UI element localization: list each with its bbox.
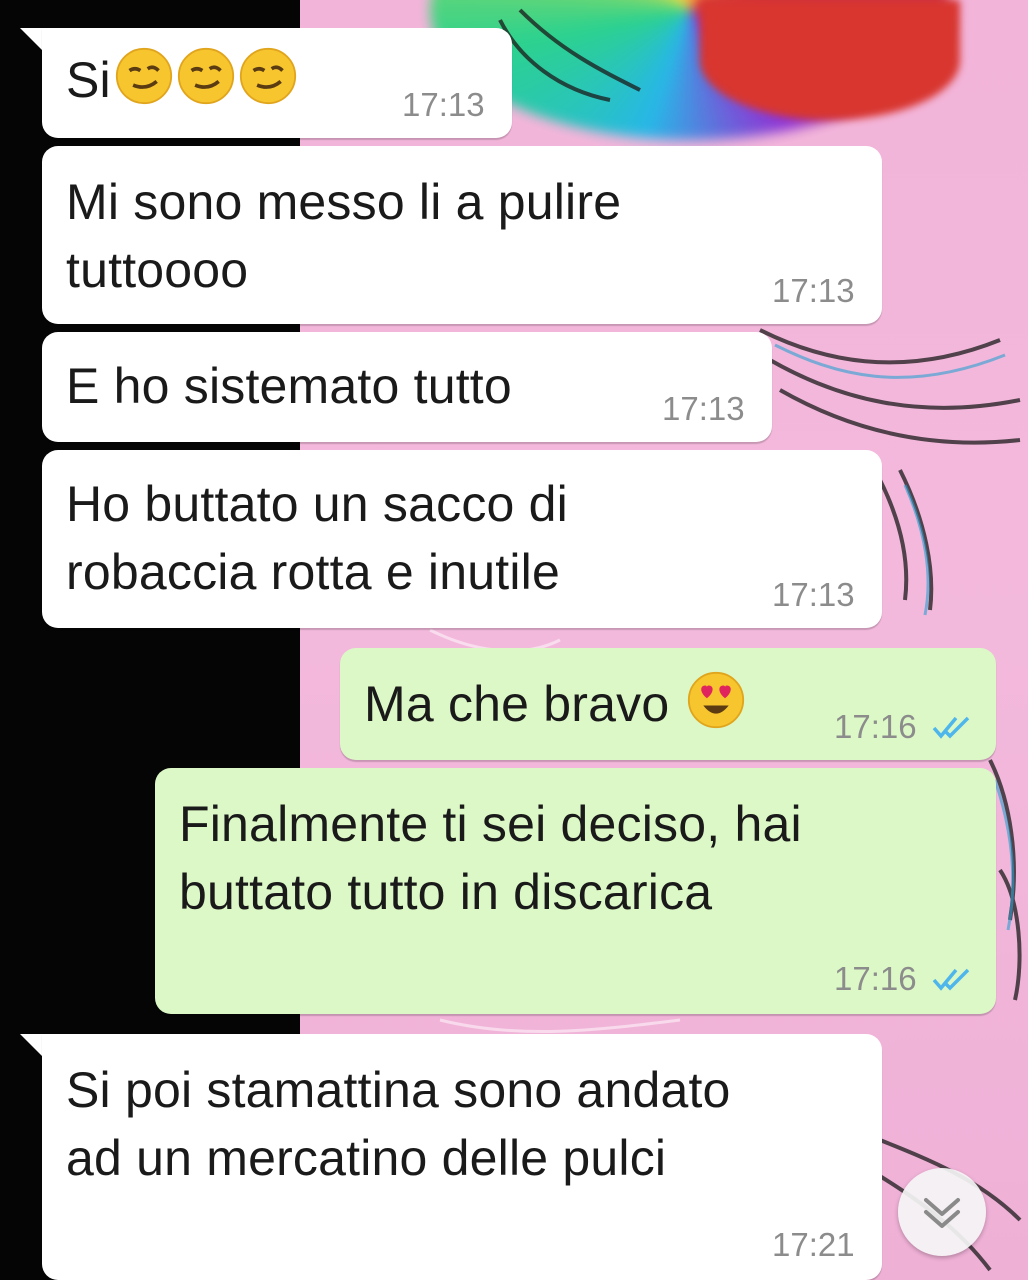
- message-time: 17:13: [402, 86, 485, 123]
- message-time: 17:13: [662, 390, 745, 427]
- message-bubble-incoming[interactable]: Mi sono messo li a pulire tuttoooo 17:13: [42, 146, 882, 324]
- message-time: 17:16: [834, 960, 917, 997]
- message-text: E ho sistemato tutto: [66, 358, 512, 414]
- bubble-tail: [20, 1034, 42, 1056]
- message-bubble-incoming[interactable]: Si 17:13: [42, 28, 512, 138]
- message-text: Finalmente ti sei deciso, hai buttato tu…: [179, 796, 802, 920]
- message-time: 17:13: [772, 272, 855, 309]
- message-bubble-incoming[interactable]: E ho sistemato tutto 17:13: [42, 332, 772, 442]
- bubble-tail: [20, 28, 42, 50]
- message-text: Mi sono messo li a pulire tuttoooo: [66, 174, 622, 298]
- message-bubble-incoming[interactable]: Ho buttato un sacco di robaccia rotta e …: [42, 450, 882, 628]
- message-text: Ma che bravo: [364, 670, 745, 738]
- double-check-read-icon: [932, 968, 970, 991]
- scroll-to-bottom-button[interactable]: [898, 1168, 986, 1256]
- message-text: Si: [66, 46, 297, 114]
- message-text: Ho buttato un sacco di robaccia rotta e …: [66, 476, 568, 600]
- message-bubble-incoming[interactable]: Si poi stamattina sono andato ad un merc…: [42, 1034, 882, 1280]
- double-check-read-icon: [932, 716, 970, 739]
- message-bubble-outgoing[interactable]: Finalmente ti sei deciso, hai buttato tu…: [155, 768, 996, 1014]
- message-list[interactable]: Si 17:13 Mi sono messo li a pulire tutto…: [0, 0, 1028, 1280]
- message-time: 17:13: [772, 576, 855, 613]
- heart-eyes-face-icon: [683, 671, 745, 732]
- smirking-face-icon: [111, 47, 297, 108]
- message-text: Si poi stamattina sono andato ad un merc…: [66, 1062, 731, 1186]
- message-time: 17:16: [834, 708, 917, 745]
- message-time: 17:21: [772, 1226, 855, 1263]
- message-bubble-outgoing[interactable]: Ma che bravo 17:16: [340, 648, 996, 760]
- double-chevron-down-icon: [924, 1198, 960, 1228]
